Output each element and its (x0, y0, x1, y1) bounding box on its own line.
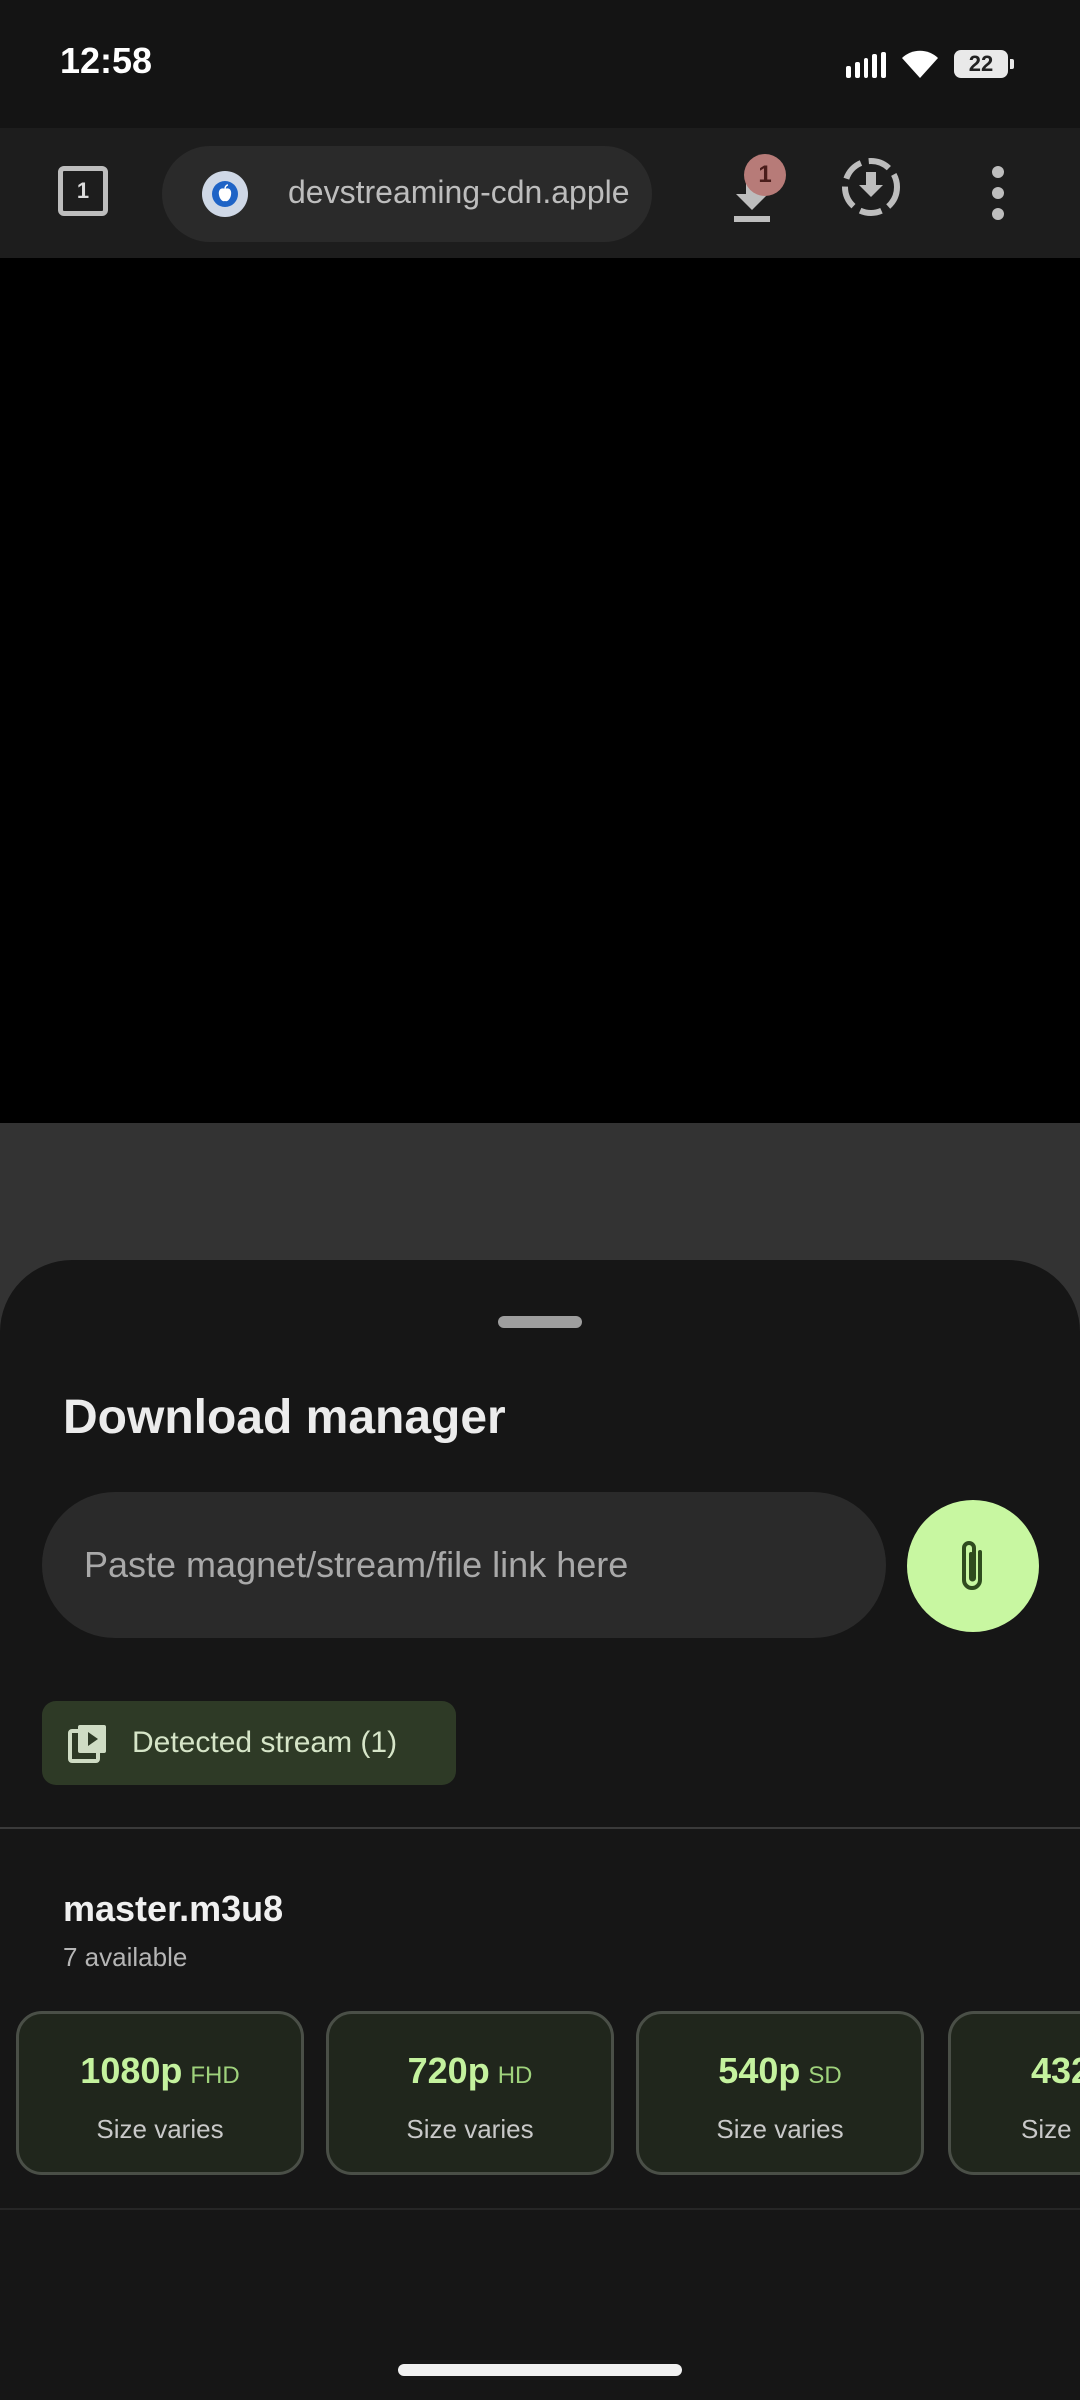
download-badge: 1 (744, 154, 786, 196)
status-bar: 12:58 22 (0, 0, 1080, 128)
quality-tag: FHD (190, 2062, 240, 2089)
detected-stream-label: Detected stream (1) (132, 1726, 398, 1759)
divider (0, 1827, 1080, 1829)
quality-resolution: 720p (407, 2050, 490, 2091)
quality-tag: SD (808, 2062, 842, 2089)
file-name: master.m3u8 (63, 1888, 284, 1929)
quality-size: Size (1021, 2114, 1072, 2144)
battery-level: 22 (968, 51, 994, 76)
quality-size: Size varies (716, 2114, 844, 2144)
quality-resolution: 540p (718, 2050, 801, 2091)
detected-stream-chip[interactable]: Detected stream (1) (42, 1701, 456, 1785)
quality-resolution: 432 (1031, 2050, 1080, 2091)
video-area[interactable] (0, 258, 1080, 1123)
file-count: 7 available (63, 1942, 188, 1972)
quality-size: Size varies (96, 2114, 224, 2144)
quality-size: Size varies (406, 2114, 534, 2144)
more-vert-icon[interactable] (974, 158, 1022, 228)
quality-option-1080p[interactable]: 1080p FHD Size varies (16, 2011, 304, 2175)
paste-link-button[interactable] (907, 1500, 1039, 1632)
battery-icon: 22 (954, 50, 1014, 78)
quality-resolution: 1080p (80, 2050, 183, 2091)
sheet-title: Download manager (63, 1391, 506, 1444)
browser-toolbar: 1 devstreaming-cdn.apple 1 (0, 128, 1080, 258)
quality-option-540p[interactable]: 540p SD Size varies (636, 2011, 924, 2175)
url-bar[interactable]: devstreaming-cdn.apple (162, 146, 652, 242)
status-icons: 22 (846, 44, 1014, 84)
quality-tag: HD (497, 2062, 533, 2089)
status-time: 12:58 (60, 40, 153, 81)
tab-count: 1 (76, 178, 90, 203)
download-manager-sheet: Download manager Detected stream (1) mas… (0, 1260, 1080, 2400)
url-text: devstreaming-cdn.apple (288, 174, 630, 210)
paperclip-icon (962, 1541, 982, 1590)
link-input[interactable] (42, 1492, 886, 1638)
quality-option-720p[interactable]: 720p HD Size varies (326, 2011, 614, 2175)
quality-option-432p[interactable]: 432 Size (948, 2011, 1080, 2175)
wifi-icon (902, 50, 938, 78)
apple-logo-icon (202, 171, 248, 217)
tab-switcher-button[interactable]: 1 (58, 166, 108, 216)
drag-handle[interactable] (498, 1316, 582, 1328)
signal-icon (846, 50, 886, 78)
screen: 12:58 22 1 devstreaming-cdn.apple 1 Down… (0, 0, 1080, 2400)
video-library-icon (68, 1725, 106, 1763)
download-progress-icon[interactable] (836, 152, 906, 222)
divider (0, 2208, 1080, 2210)
home-indicator[interactable] (398, 2364, 682, 2376)
